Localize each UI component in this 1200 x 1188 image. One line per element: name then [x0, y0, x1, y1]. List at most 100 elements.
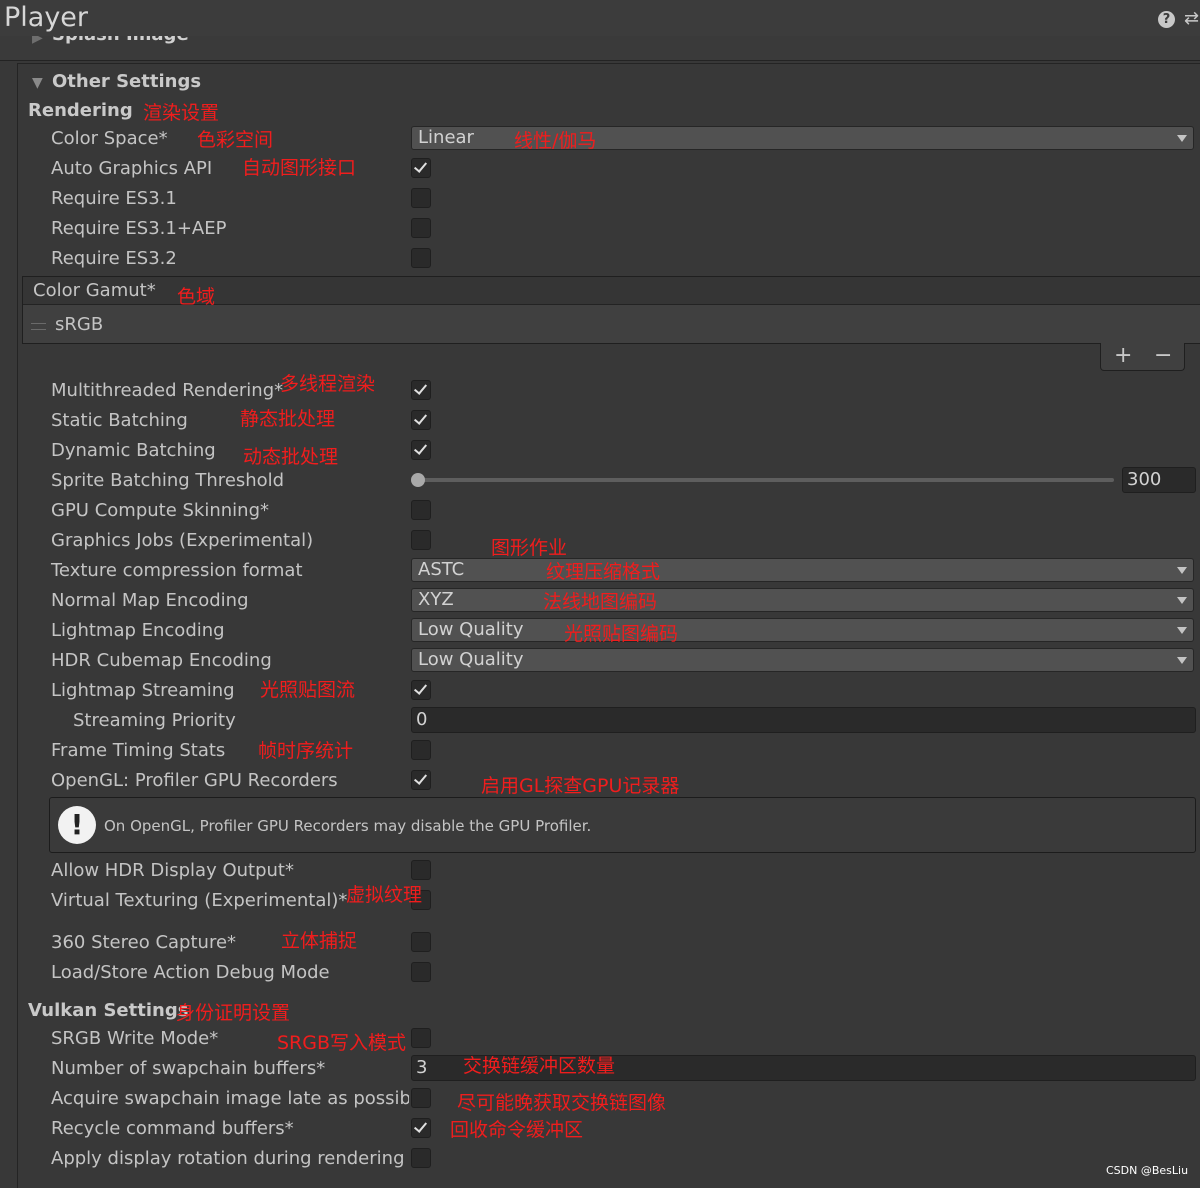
virtual-texturing-label: Virtual Texturing (Experimental)*: [51, 890, 348, 911]
texture-compression-dropdown[interactable]: ASTC: [411, 558, 1194, 582]
lightmap-streaming-annotation: 光照贴图流: [260, 679, 356, 701]
allow-hdr-display-label: Allow HDR Display Output*: [51, 860, 294, 881]
opengl-profiler-checkbox[interactable]: [411, 770, 431, 790]
stereo-capture-annotation: 立体捕捉: [281, 930, 358, 952]
chevron-down-icon: [1177, 657, 1187, 664]
stereo-capture-label: 360 Stereo Capture*: [51, 932, 237, 953]
srgb-write-mode-annotation: SRGB写入模式: [277, 1032, 407, 1054]
remove-item-button[interactable]: −: [1154, 343, 1172, 368]
add-item-button[interactable]: +: [1114, 343, 1132, 368]
require-es31-aep-checkbox[interactable]: [411, 218, 431, 238]
preset-sliders-icon[interactable]: ⇄: [1184, 8, 1199, 29]
streaming-priority-value: 0: [416, 709, 428, 730]
rendering-heading: Rendering: [28, 100, 133, 121]
srgb-write-mode-label: SRGB Write Mode*: [51, 1028, 219, 1049]
lightmap-streaming-label: Lightmap Streaming: [51, 680, 235, 701]
auto-graphics-api-annotation: 自动图形接口: [242, 157, 357, 179]
multithreaded-rendering-label: Multithreaded Rendering*: [51, 380, 284, 401]
acquire-swapchain-late-annotation: 尽可能晚获取交换链图像: [457, 1092, 667, 1114]
color-gamut-label: Color Gamut*: [33, 280, 156, 301]
require-es32-label: Require ES3.2: [51, 248, 177, 269]
foldout-closed-icon: ▶: [32, 36, 43, 46]
normal-map-encoding-value: XYZ: [418, 589, 454, 610]
frame-timing-annotation: 帧时序统计: [258, 740, 354, 762]
hdr-cubemap-encoding-value: Low Quality: [418, 649, 524, 670]
acquire-swapchain-late-label: Acquire swapchain image late as possible: [51, 1088, 409, 1109]
lightmap-encoding-dropdown[interactable]: Low Quality: [411, 618, 1194, 642]
lightmap-encoding-label: Lightmap Encoding: [51, 620, 225, 641]
require-es31-label: Require ES3.1: [51, 188, 177, 209]
warning-icon: !: [58, 806, 96, 844]
vulkan-settings-annotation: 身份证明设置: [176, 1002, 291, 1024]
drag-handle-icon[interactable]: [31, 323, 46, 330]
dynamic-batching-label: Dynamic Batching: [51, 440, 216, 461]
sprite-threshold-slider-thumb[interactable]: [411, 473, 425, 487]
graphics-jobs-annotation: 图形作业: [491, 537, 568, 559]
graphics-jobs-checkbox[interactable]: [411, 530, 431, 550]
texture-compression-annotation: 纹理压缩格式: [546, 561, 661, 583]
color-gamut-annotation: 色域: [177, 286, 216, 308]
normal-map-encoding-dropdown[interactable]: XYZ: [411, 588, 1194, 612]
texture-compression-value: ASTC: [418, 559, 465, 580]
static-batching-label: Static Batching: [51, 410, 188, 431]
texture-compression-label: Texture compression format: [51, 560, 303, 581]
dynamic-batching-checkbox[interactable]: [411, 440, 431, 460]
help-icon[interactable]: ?: [1158, 11, 1175, 28]
lightmap-streaming-checkbox[interactable]: [411, 680, 431, 700]
color-space-value-annotation: 线性/伽马: [514, 130, 597, 152]
sprite-threshold-value: 300: [1127, 469, 1162, 490]
streaming-priority-field[interactable]: 0: [411, 707, 1196, 733]
hdr-cubemap-encoding-label: HDR Cubemap Encoding: [51, 650, 272, 671]
sprite-threshold-value-field[interactable]: 300: [1122, 467, 1196, 493]
normal-map-encoding-label: Normal Map Encoding: [51, 590, 249, 611]
inspector-header: [0, 0, 1200, 36]
opengl-profiler-annotation: 启用GL探查GPU记录器: [481, 775, 680, 797]
window-title: Player: [4, 2, 89, 33]
allow-hdr-display-checkbox[interactable]: [411, 860, 431, 880]
chevron-down-icon: [1177, 627, 1187, 634]
virtual-texturing-annotation: 虚拟纹理: [346, 884, 423, 906]
stereo-capture-checkbox[interactable]: [411, 932, 431, 952]
multithreaded-rendering-checkbox[interactable]: [411, 380, 431, 400]
splash-image-foldout[interactable]: ▶ Splash Image: [0, 36, 1200, 61]
static-batching-annotation: 静态批处理: [240, 408, 336, 430]
frame-timing-stats-checkbox[interactable]: [411, 740, 431, 760]
require-es31-checkbox[interactable]: [411, 188, 431, 208]
sprite-threshold-slider-track[interactable]: [416, 478, 1114, 482]
rendering-annotation: 渲染设置: [143, 102, 220, 124]
color-space-value: Linear: [418, 127, 474, 148]
swapchain-buffers-label: Number of swapchain buffers*: [51, 1058, 326, 1079]
recycle-command-buffers-checkbox[interactable]: [411, 1118, 431, 1138]
recycle-command-buffers-label: Recycle command buffers*: [51, 1118, 294, 1139]
lightmap-encoding-value: Low Quality: [418, 619, 524, 640]
recycle-command-buffers-annotation: 回收命令缓冲区: [450, 1119, 584, 1141]
chevron-down-icon: [1177, 135, 1187, 142]
static-batching-checkbox[interactable]: [411, 410, 431, 430]
load-store-debug-label: Load/Store Action Debug Mode: [51, 962, 330, 983]
dynamic-batching-annotation: 动态批处理: [243, 446, 339, 468]
color-gamut-item[interactable]: sRGB: [55, 314, 103, 335]
lightmap-encoding-annotation: 光照贴图编码: [564, 623, 679, 645]
require-es32-checkbox[interactable]: [411, 248, 431, 268]
display-rotation-label: Apply display rotation during rendering: [51, 1148, 405, 1169]
multithreaded-rendering-annotation: 多线程渲染: [280, 373, 376, 395]
display-rotation-checkbox[interactable]: [411, 1148, 431, 1168]
swapchain-buffers-value: 3: [416, 1057, 428, 1078]
acquire-swapchain-late-checkbox[interactable]: [411, 1088, 431, 1108]
streaming-priority-label: Streaming Priority: [73, 710, 236, 731]
other-settings-title[interactable]: Other Settings: [52, 71, 201, 92]
chevron-down-icon: [1177, 567, 1187, 574]
require-es31-aep-label: Require ES3.1+AEP: [51, 218, 227, 239]
chevron-down-icon: [1177, 597, 1187, 604]
color-space-label: Color Space*: [51, 128, 168, 149]
srgb-write-mode-checkbox[interactable]: [411, 1028, 431, 1048]
auto-graphics-api-checkbox[interactable]: [411, 158, 431, 178]
hdr-cubemap-encoding-dropdown[interactable]: Low Quality: [411, 648, 1194, 672]
vulkan-settings-heading: Vulkan Settings: [28, 1000, 189, 1021]
normal-map-annotation: 法线地图编码: [543, 591, 658, 613]
foldout-open-icon[interactable]: ▼: [32, 75, 43, 91]
swapchain-buffers-annotation: 交换链缓冲区数量: [463, 1055, 616, 1077]
gpu-compute-skinning-checkbox[interactable]: [411, 500, 431, 520]
load-store-debug-checkbox[interactable]: [411, 962, 431, 982]
watermark: CSDN @BesLiu: [1106, 1164, 1189, 1177]
